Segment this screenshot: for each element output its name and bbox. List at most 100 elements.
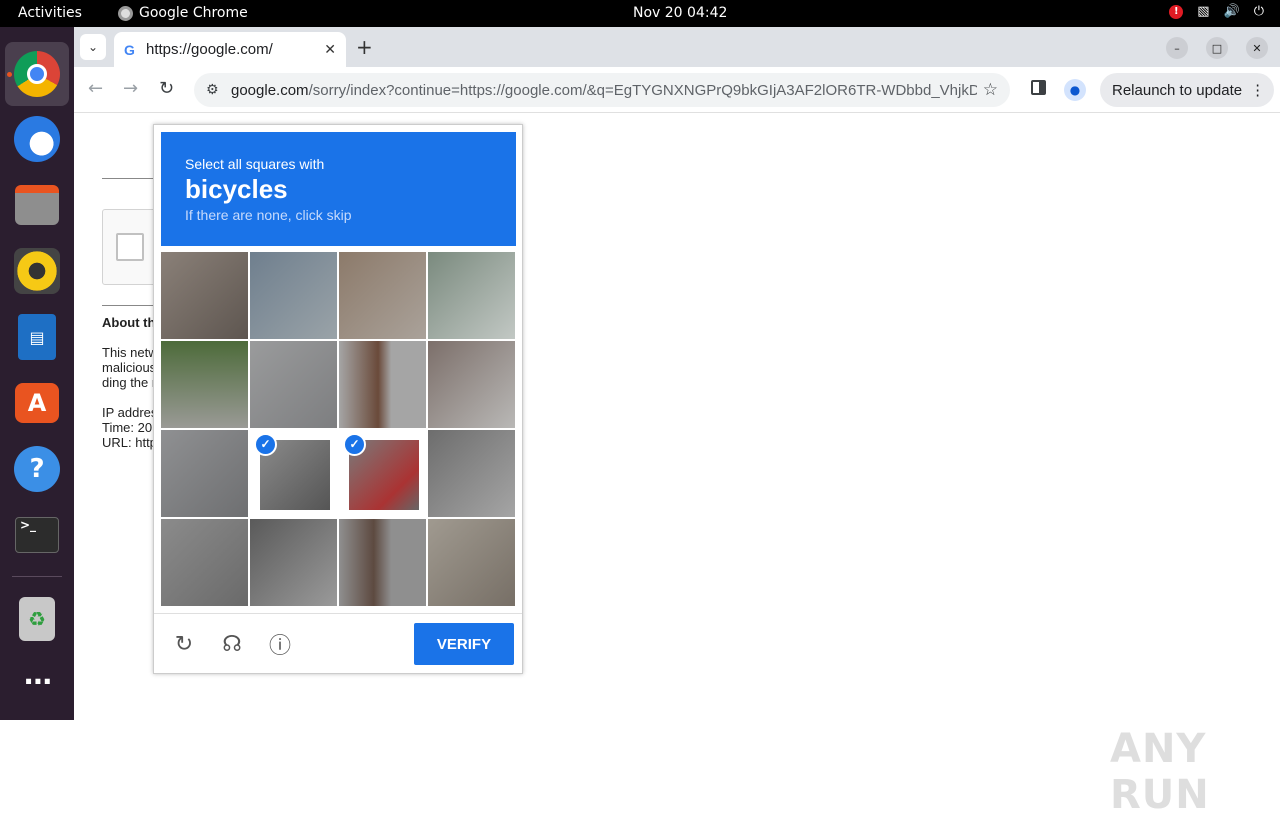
captcha-tile[interactable] (250, 341, 337, 428)
address-bar[interactable]: ⚙ google.com/sorry/index?continue=https:… (194, 73, 1010, 107)
profile-avatar-icon[interactable]: ● (1064, 79, 1086, 101)
image-grid: ✓ ✓ (161, 252, 516, 607)
dock-trash[interactable]: ♻ (5, 587, 69, 651)
maximize-button[interactable]: □ (1206, 37, 1228, 59)
tab-strip: ⌄ G https://google.com/ ✕ + – □ ✕ (74, 27, 1280, 67)
terminal-icon: >_ (15, 517, 59, 553)
dock-show-apps[interactable]: ⋯ (5, 649, 69, 713)
info-text: ding the r (102, 375, 157, 390)
close-window-button[interactable]: ✕ (1246, 37, 1268, 59)
system-tray[interactable]: ! ▧ 🔊 ⏻ (1169, 4, 1264, 19)
tile-image (339, 519, 426, 606)
relaunch-button[interactable]: Relaunch to update ⋮ (1100, 73, 1274, 107)
captcha-tile[interactable] (428, 430, 515, 517)
side-panel-icon[interactable] (1031, 80, 1046, 95)
more-menu-icon[interactable]: ⋮ (1250, 81, 1265, 99)
app-center-icon: A (15, 383, 59, 423)
url-text[interactable]: google.com/sorry/index?continue=https://… (231, 82, 977, 99)
back-icon[interactable]: ← (88, 78, 103, 99)
captcha-tile[interactable] (161, 519, 248, 606)
info-icon[interactable]: ⓘ (266, 630, 294, 658)
activities-button[interactable]: Activities (18, 5, 82, 21)
challenge-header: Select all squares with bicycles If ther… (161, 132, 516, 246)
url-info-text: URL: http (102, 435, 157, 450)
minimize-button[interactable]: – (1166, 37, 1188, 59)
apps-grid-icon: ⋯ (24, 664, 52, 698)
tab-search-button[interactable]: ⌄ (80, 34, 106, 60)
dock-thunderbird[interactable] (5, 107, 69, 171)
tile-image (250, 252, 337, 339)
site-info-icon[interactable]: ⚙ (206, 82, 231, 98)
info-text: malicious (102, 360, 157, 375)
tile-image (161, 341, 248, 428)
dock-writer[interactable]: ▤ (5, 305, 69, 369)
recaptcha-checkbox[interactable] (116, 233, 144, 261)
network-icon[interactable]: ▧ (1197, 4, 1209, 19)
reload-icon[interactable]: ↻ (159, 78, 174, 99)
captcha-tile[interactable] (250, 252, 337, 339)
new-tab-icon[interactable]: + (356, 35, 373, 59)
close-tab-icon[interactable]: ✕ (324, 42, 336, 58)
captcha-tile[interactable]: ✓ (339, 430, 426, 517)
power-icon[interactable]: ⏻ (1254, 4, 1264, 19)
footer-divider (154, 613, 522, 614)
dock-app-center[interactable]: A (5, 371, 69, 435)
captcha-tile[interactable] (250, 519, 337, 606)
checkmark-icon: ✓ (343, 433, 366, 456)
captcha-tile[interactable] (161, 430, 248, 517)
trash-icon: ♻ (19, 597, 55, 641)
url-host: google.com (231, 81, 309, 99)
tab-google[interactable]: G https://google.com/ ✕ (114, 32, 346, 67)
captcha-tile[interactable]: ✓ (250, 430, 337, 517)
chrome-icon (14, 51, 60, 97)
app-name: Google Chrome (139, 5, 248, 21)
about-heading: About th (102, 315, 156, 330)
forward-icon[interactable]: → (123, 78, 138, 99)
volume-icon[interactable]: 🔊 (1224, 4, 1240, 19)
challenge-instruction: Select all squares with (185, 156, 325, 172)
app-menu[interactable]: Google Chrome (118, 5, 248, 21)
captcha-tile[interactable] (339, 519, 426, 606)
tile-image (250, 341, 337, 428)
tile-image (428, 341, 515, 428)
running-indicator (7, 72, 12, 77)
tile-image (428, 430, 515, 517)
dock-terminal[interactable]: >_ (5, 503, 69, 567)
challenge-target: bicycles (185, 174, 288, 204)
captcha-tile[interactable] (339, 252, 426, 339)
rhythmbox-icon (14, 248, 60, 294)
dock-chrome[interactable] (5, 42, 69, 106)
audio-challenge-icon[interactable]: ☊ (218, 630, 246, 658)
captcha-tile[interactable] (428, 341, 515, 428)
time-text: Time: 20 (102, 420, 153, 435)
dock-files[interactable] (5, 173, 69, 237)
dock-rhythmbox[interactable] (5, 239, 69, 303)
captcha-tile[interactable] (428, 252, 515, 339)
tile-image (161, 519, 248, 606)
tile-image (428, 252, 515, 339)
captcha-tile[interactable] (161, 341, 248, 428)
chevron-down-icon: ⌄ (87, 40, 99, 54)
help-icon: ? (14, 446, 60, 492)
clock[interactable]: Nov 20 04:42 (633, 5, 727, 21)
top-bar: Activities Google Chrome Nov 20 04:42 ! … (0, 0, 1280, 27)
tile-image (428, 519, 515, 606)
toolbar: ← → ↻ ⚙ google.com/sorry/index?continue=… (74, 67, 1280, 113)
tile-image (161, 252, 248, 339)
info-text: This netw (102, 345, 158, 360)
bookmark-star-icon[interactable]: ☆ (983, 80, 998, 100)
checkmark-icon: ✓ (254, 433, 277, 456)
captcha-tile[interactable] (428, 519, 515, 606)
tile-image (339, 341, 426, 428)
anyrun-watermark: ANY RUN (1110, 726, 1210, 818)
alert-icon[interactable]: ! (1169, 4, 1184, 19)
recaptcha-challenge: Select all squares with bicycles If ther… (153, 124, 523, 674)
captcha-tile[interactable] (339, 341, 426, 428)
captcha-tile[interactable] (161, 252, 248, 339)
tile-image (250, 519, 337, 606)
reload-challenge-icon[interactable]: ↻ (170, 630, 198, 658)
dock-help[interactable]: ? (5, 437, 69, 501)
verify-button[interactable]: VERIFY (414, 623, 514, 665)
relaunch-label: Relaunch to update (1112, 81, 1243, 99)
dock: ▤ A ? >_ ♻ ⋯ (0, 27, 74, 720)
